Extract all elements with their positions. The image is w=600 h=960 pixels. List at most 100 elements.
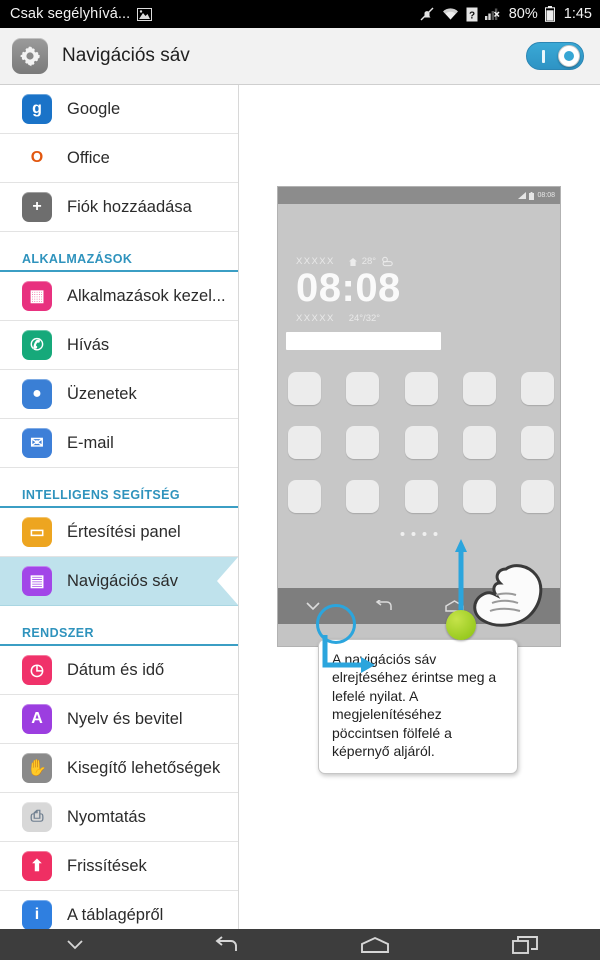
sidebar-item-email[interactable]: ✉ E-mail bbox=[0, 419, 238, 468]
sidebar-item-printer[interactable]: ⎙ Nyomtatás bbox=[0, 793, 238, 842]
gear-icon bbox=[12, 38, 48, 74]
carrier-label: Csak segélyhívá... bbox=[10, 6, 131, 22]
clock-label: 1:45 bbox=[563, 6, 592, 22]
sidebar-item-language[interactable]: A Nyelv és bevitel bbox=[0, 695, 238, 744]
sidebar-section-label: RENDSZER bbox=[22, 626, 94, 640]
sidebar-item-label: Értesítési panel bbox=[67, 522, 181, 541]
sidebar-item-app-manager[interactable]: ▦ Alkalmazások kezel... bbox=[0, 272, 238, 321]
sidebar-item-label: Google bbox=[67, 99, 121, 118]
sidebar-item-notification-panel[interactable]: ▭ Értesítési panel bbox=[0, 508, 238, 557]
preview-back-button[interactable] bbox=[349, 600, 420, 612]
page-title: Navigációs sáv bbox=[62, 45, 190, 66]
home-button[interactable] bbox=[300, 936, 450, 954]
page-dot bbox=[422, 532, 427, 536]
content-area: g Google O Office + Fiók hozzáadása ALKALMAZÁS… bbox=[0, 85, 600, 929]
sidebar-item-label: Dátum és idő bbox=[67, 660, 165, 679]
settings-sidebar[interactable]: g Google O Office + Fiók hozzáadása ALKALMAZÁS… bbox=[0, 85, 239, 929]
info-icon: i bbox=[22, 900, 52, 929]
page-dot bbox=[400, 532, 405, 536]
preview-clock-label: 08:08 bbox=[537, 192, 555, 199]
hide-navbar-button[interactable] bbox=[0, 939, 150, 950]
notification-panel-icon: ▭ bbox=[22, 517, 52, 547]
widget-bottom-row: XXXXX 24°/32° bbox=[296, 313, 401, 324]
image-icon bbox=[137, 7, 153, 21]
sidebar-item-label: E-mail bbox=[67, 433, 114, 452]
hand-icon: ✋ bbox=[22, 753, 52, 783]
widget-city2-label: XXXXX bbox=[296, 313, 335, 324]
updates-icon: ⬆ bbox=[22, 851, 52, 881]
sidebar-item-office[interactable]: O Office bbox=[0, 134, 238, 183]
app-icon-placeholder[interactable] bbox=[462, 480, 496, 513]
signal-no-service-icon bbox=[484, 7, 502, 21]
widget-clock: 08:08 bbox=[296, 266, 401, 310]
app-grid-row bbox=[288, 426, 554, 459]
sidebar-item-navigation-bar[interactable]: ▤ Navigációs sáv bbox=[0, 557, 238, 606]
mute-bell-icon bbox=[419, 6, 435, 22]
navigation-bar-toggle[interactable] bbox=[526, 42, 584, 70]
preview-pane: 08:08 XXXXX 28° 08:08 XXXXX 24°/32° A na… bbox=[239, 85, 600, 929]
app-icon-placeholder[interactable] bbox=[404, 480, 438, 513]
app-icon-placeholder[interactable] bbox=[346, 426, 380, 459]
add-account-icon: + bbox=[22, 192, 52, 222]
sidebar-item-updates[interactable]: ⬆ Frissítések bbox=[0, 842, 238, 891]
preview-wallpaper: XXXXX 28° 08:08 XXXXX 24°/32° bbox=[278, 204, 560, 588]
screen: Csak segélyhívá... ? 80% 1:45 Navigációs… bbox=[0, 0, 600, 960]
status-bar-left: Csak segélyhívá... bbox=[10, 6, 419, 22]
toggle-on-mark bbox=[542, 49, 545, 63]
sidebar-item-hand[interactable]: ✋ Kisegítő lehetőségek bbox=[0, 744, 238, 793]
preview-battery-icon bbox=[529, 191, 535, 200]
battery-icon bbox=[544, 6, 555, 22]
app-icon-placeholder[interactable] bbox=[288, 426, 321, 459]
sidebar-item-label: Üzenetek bbox=[67, 384, 137, 403]
preview-search-bar[interactable] bbox=[286, 332, 441, 350]
clock-icon: ◷ bbox=[22, 655, 52, 685]
recents-button[interactable] bbox=[450, 935, 600, 955]
app-icon-placeholder[interactable] bbox=[521, 480, 554, 513]
app-grid-row bbox=[288, 480, 554, 513]
status-bar: Csak segélyhívá... ? 80% 1:45 bbox=[0, 0, 600, 28]
preview-signal-icon bbox=[518, 192, 527, 199]
hand-swipe-icon bbox=[462, 557, 546, 638]
app-icon-placeholder[interactable] bbox=[404, 372, 438, 405]
preview-status-bar: 08:08 bbox=[278, 187, 560, 204]
sidebar-item-add-account[interactable]: + Fiók hozzáadása bbox=[0, 183, 238, 232]
printer-icon: ⎙ bbox=[22, 802, 52, 832]
page-indicator-dots bbox=[400, 532, 438, 536]
office-icon: O bbox=[22, 143, 52, 173]
phone-icon: ✆ bbox=[22, 330, 52, 360]
status-bar-right: ? 80% 1:45 bbox=[419, 6, 592, 22]
sidebar-item-label: Hívás bbox=[67, 335, 110, 354]
app-icon-placeholder[interactable] bbox=[346, 480, 380, 513]
app-icon-placeholder[interactable] bbox=[462, 426, 496, 459]
google-icon: g bbox=[22, 94, 52, 124]
app-icon-placeholder[interactable] bbox=[521, 426, 554, 459]
app-icon-placeholder[interactable] bbox=[404, 426, 438, 459]
sidebar-item-info[interactable]: i A táblagépről bbox=[0, 891, 238, 929]
sidebar-section-label: INTELLIGENS SEGÍTSÉG bbox=[22, 488, 181, 502]
preview-app-grid bbox=[288, 372, 554, 534]
app-icon-placeholder[interactable] bbox=[521, 372, 554, 405]
app-icon-placeholder[interactable] bbox=[288, 372, 321, 405]
page-header: Navigációs sáv bbox=[0, 28, 600, 85]
sidebar-item-messages[interactable]: ● Üzenetek bbox=[0, 370, 238, 419]
page-dot bbox=[433, 532, 438, 536]
app-icon-placeholder[interactable] bbox=[462, 372, 496, 405]
toggle-knob bbox=[558, 45, 580, 67]
system-navigation-bar[interactable] bbox=[0, 929, 600, 960]
app-icon-placeholder[interactable] bbox=[288, 480, 321, 513]
sidebar-item-label: Office bbox=[67, 148, 110, 167]
sidebar-item-phone[interactable]: ✆ Hívás bbox=[0, 321, 238, 370]
app-manager-icon: ▦ bbox=[22, 281, 52, 311]
navigation-bar-icon: ▤ bbox=[22, 566, 52, 596]
app-icon-placeholder[interactable] bbox=[346, 372, 380, 405]
callout-connector-arrow bbox=[321, 635, 381, 686]
back-button[interactable] bbox=[150, 935, 300, 954]
app-grid-row bbox=[288, 372, 554, 405]
sidebar-item-clock[interactable]: ◷ Dátum és idő bbox=[0, 646, 238, 695]
wifi-icon bbox=[442, 7, 459, 21]
sidebar-item-label: Frissítések bbox=[67, 856, 147, 875]
svg-text:?: ? bbox=[469, 10, 475, 21]
sidebar-item-google[interactable]: g Google bbox=[0, 85, 238, 134]
sidebar-item-label: A táblagépről bbox=[67, 905, 164, 924]
email-icon: ✉ bbox=[22, 428, 52, 458]
